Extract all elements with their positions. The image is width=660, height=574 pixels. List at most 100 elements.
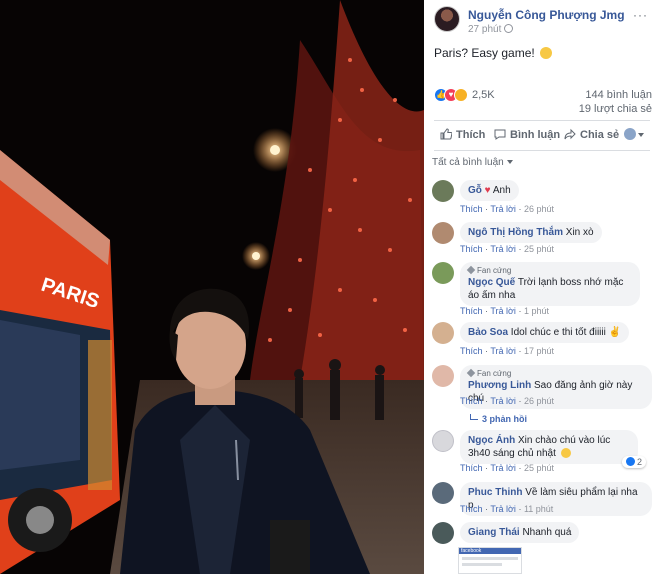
divider — [434, 120, 650, 121]
comment-meta: Thích · Trả lời · 11 phút — [460, 504, 554, 514]
comment-bubble: Fan cứng Ngọc Quế Trời lạnh boss nhớ mặc … — [460, 262, 640, 306]
diamond-icon — [466, 265, 476, 275]
replies-count: 3 phản hồi — [482, 414, 527, 424]
comment-meta: Thích · Trả lời · 17 phút — [460, 346, 554, 356]
comment-like-link[interactable]: Thích — [460, 204, 483, 214]
comment-text: Anh — [492, 185, 511, 196]
comment-time[interactable]: 25 phút — [524, 463, 554, 473]
comment-meta: Thích · Trả lời · 26 phút — [460, 204, 554, 214]
commenter-avatar[interactable] — [432, 482, 454, 504]
commenter-avatar[interactable] — [432, 365, 454, 387]
commenter-name[interactable]: Ngô Thị Hồng Thắm — [468, 227, 563, 238]
comment-meta: Thích · Trả lời · 25 phút — [460, 244, 554, 254]
comments-count[interactable]: 144 bình luận — [579, 88, 652, 102]
view-replies-link[interactable]: 3 phản hồi — [470, 414, 527, 424]
like-button[interactable]: Thích — [440, 128, 485, 141]
thumbnail-header: facebook — [459, 548, 521, 554]
post-header: Nguyễn Công Phượng Jmg 27 phút ··· — [434, 6, 654, 40]
more-options-icon[interactable]: ··· — [633, 8, 648, 22]
comment-bubble: Ngọc Ánh Xin chào chú vào lúc 3h40 sáng … — [460, 430, 638, 464]
commenter-name[interactable]: Ngọc Quế — [468, 277, 515, 288]
comment-reply-link[interactable]: Trả lời — [490, 244, 516, 254]
comment-reply-link[interactable]: Trả lời — [490, 204, 516, 214]
photo-scene: PARIS — [0, 0, 424, 574]
chevron-down-icon — [638, 133, 644, 137]
comment-button[interactable]: Bình luận — [494, 128, 560, 141]
comment-like-link[interactable]: Thích — [460, 244, 483, 254]
commenter-name[interactable]: Giang Thái — [468, 527, 520, 538]
comment-bubble: Bảo Soa Idol chúc e thi tốt điiiii ✌ — [460, 322, 630, 343]
comment-like-link[interactable]: Thích — [460, 504, 483, 514]
audience-selector[interactable] — [624, 128, 644, 141]
commenter-name[interactable]: Bảo Soa — [468, 327, 508, 338]
comment-meta: Thích · Trả lời · 26 phút — [460, 396, 554, 406]
comment-icon — [494, 129, 506, 140]
comment-reply-link[interactable]: Trả lời — [490, 396, 516, 406]
share-icon — [564, 128, 576, 140]
reaction-count: 2,5K — [472, 89, 495, 101]
comment-reply-link[interactable]: Trả lời — [490, 463, 516, 473]
post-panel: Nguyễn Công Phượng Jmg 27 phút ··· Paris… — [424, 0, 660, 574]
comment-text: Xin xò — [565, 227, 594, 238]
commenter-avatar[interactable] — [432, 262, 454, 284]
comment-like-badge[interactable]: 2 — [622, 456, 647, 468]
fan-badge-label: Fan cứng — [477, 369, 512, 378]
commenter-name[interactable]: Ngọc Ánh — [468, 435, 515, 446]
fan-badge: Fan cứng — [466, 368, 644, 379]
post-time-label: 27 phút — [468, 24, 502, 35]
comment-text: Nhanh quá — [522, 527, 572, 538]
comment-label: Bình luận — [510, 129, 561, 141]
share-label: Chia sẻ — [580, 129, 620, 141]
comment-time[interactable]: 11 phút — [524, 504, 553, 514]
laugh-emoji-icon — [560, 448, 571, 458]
comment-meta: Thích · Trả lời · 1 phút — [460, 306, 549, 316]
comment-meta: Thích · Trả lời · 25 phút — [460, 463, 554, 473]
author-avatar[interactable] — [434, 6, 460, 32]
post-time[interactable]: 27 phút — [468, 24, 514, 35]
haha-reaction-icon — [454, 88, 468, 102]
comment-like-link[interactable]: Thích — [460, 396, 483, 406]
fan-badge-label: Fan cứng — [477, 266, 512, 275]
post-text-body: Paris? Easy game! — [434, 46, 535, 60]
thumbnail-row — [462, 557, 518, 560]
chevron-down-icon — [506, 160, 513, 164]
comment-bubble: Ngô Thị Hồng Thắm Xin xò — [460, 222, 602, 243]
kiss-emoji-icon: ♥ — [484, 185, 491, 196]
fan-badge: Fan cứng — [466, 265, 632, 276]
comment-like-link[interactable]: Thích — [460, 463, 483, 473]
commenter-avatar[interactable] — [432, 522, 454, 544]
comment-bubble: Gỗ ♥ Anh — [460, 180, 519, 201]
commenter-name[interactable]: Phương Linh — [468, 380, 531, 391]
comment-reply-link[interactable]: Trả lời — [490, 306, 516, 316]
commenter-avatar[interactable] — [432, 322, 454, 344]
attached-screenshot[interactable]: facebook — [458, 547, 522, 574]
divider — [434, 150, 650, 151]
post-photo[interactable]: PARIS — [0, 0, 424, 574]
comment-reply-link[interactable]: Trả lời — [490, 504, 516, 514]
globe-icon — [504, 24, 514, 33]
commenter-name[interactable]: Phuc Thinh — [468, 487, 522, 498]
comment-reply-link[interactable]: Trả lời — [490, 346, 516, 356]
comment-like-link[interactable]: Thích — [460, 306, 483, 316]
comment-time[interactable]: 1 phút — [524, 306, 549, 316]
post-text: Paris? Easy game! — [434, 46, 553, 60]
victory-emoji-icon: ✌ — [608, 327, 622, 338]
share-button[interactable]: Chia sẻ — [564, 128, 619, 141]
thumbnail-row — [462, 563, 502, 566]
action-bar: Thích Bình luận Chia sẻ — [434, 124, 650, 148]
reply-arrow-icon — [470, 414, 478, 420]
smile-emoji-icon — [540, 47, 553, 59]
comment-time[interactable]: 26 phút — [524, 396, 554, 406]
comment-time[interactable]: 26 phút — [524, 204, 554, 214]
comment-time[interactable]: 17 phút — [524, 346, 554, 356]
author-name[interactable]: Nguyễn Công Phượng Jmg — [468, 8, 625, 22]
comment-filter[interactable]: Tất cả bình luận — [432, 157, 513, 168]
comment-time[interactable]: 25 phút — [524, 244, 554, 254]
commenter-name[interactable]: Gỗ — [468, 185, 482, 196]
comment-like-link[interactable]: Thích — [460, 346, 483, 356]
commenter-avatar[interactable] — [432, 222, 454, 244]
commenter-avatar[interactable] — [432, 180, 454, 202]
commenter-avatar[interactable] — [432, 430, 454, 452]
shares-count[interactable]: 19 lượt chia sẻ — [579, 102, 652, 116]
thumbs-up-icon — [440, 128, 452, 140]
